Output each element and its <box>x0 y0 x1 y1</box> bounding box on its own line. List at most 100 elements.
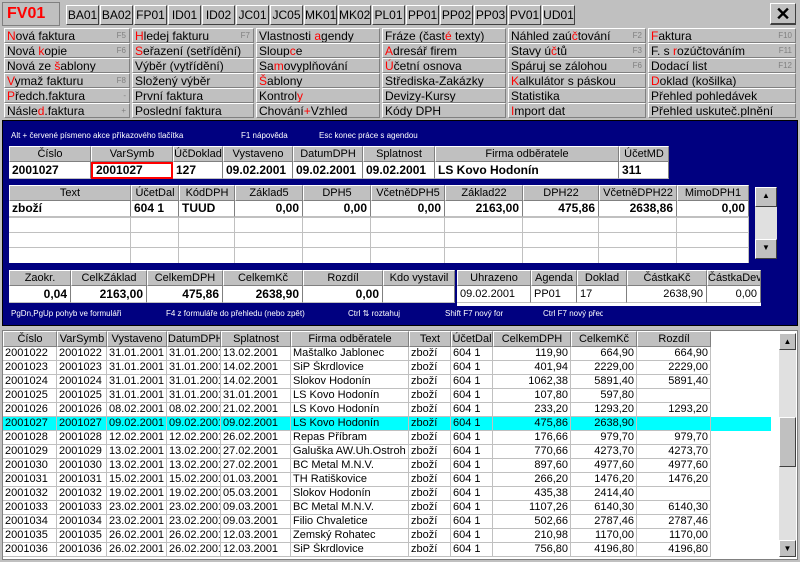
menu-item-4-5[interactable]: Přehled pohledávek <box>648 88 796 103</box>
payments-cell-0-4[interactable]: 0,00 <box>707 286 761 303</box>
table-row[interactable]: 2001033 2001033 23.02.2001 23.02.2001 09.03.… <box>3 501 771 515</box>
menu-item-2-5[interactable]: Dodací list F12 <box>648 58 796 73</box>
header-field-2[interactable]: 127 <box>173 162 223 179</box>
payments-cell-0-1[interactable]: PP01 <box>531 286 577 303</box>
menu-item-1-4[interactable]: Stavy účtů F3 <box>508 43 646 58</box>
tab-id01[interactable]: ID01 <box>168 5 201 25</box>
menu-item-1-1[interactable]: Seřazení (setřídění) <box>132 43 254 58</box>
table-row[interactable]: 2001029 2001029 13.02.2001 13.02.2001 27.02.… <box>3 445 771 459</box>
menu-item-1-3[interactable]: Adresář firem <box>382 43 506 58</box>
tab-ud01[interactable]: UD01 <box>542 5 575 25</box>
menu-item-2-4[interactable]: Spáruj se zálohou F6 <box>508 58 646 73</box>
table-row[interactable]: 2001030 2001030 13.02.2001 13.02.2001 27.02.… <box>3 459 771 473</box>
items-scroll-down-button[interactable]: ▼ <box>755 239 777 259</box>
header-field-7[interactable]: 311 <box>619 162 669 179</box>
tab-ba01[interactable]: BA01 <box>66 5 99 25</box>
list-scroll-down-button[interactable]: ▼ <box>779 540 796 557</box>
table-row[interactable]: 2001023 2001023 31.01.2001 31.01.2001 14.02.… <box>3 361 771 375</box>
list-header-1[interactable]: VarSymb <box>57 331 107 347</box>
table-row[interactable]: 2001026 2001026 08.02.2001 08.02.2001 21.02.… <box>3 403 771 417</box>
tab-pp03[interactable]: PP03 <box>474 5 507 25</box>
totals-field-2[interactable]: 475,86 <box>147 286 223 303</box>
table-row[interactable]: 2001032 2001032 19.02.2001 19.02.2001 05.03.… <box>3 487 771 501</box>
menu-item-1-0[interactable]: Nová kopie F6 <box>4 43 130 58</box>
totals-field-1[interactable]: 2163,00 <box>71 286 147 303</box>
menu-item-0-3[interactable]: Fráze (časté texty) <box>382 28 506 43</box>
list-header-4[interactable]: Splatnost <box>221 331 291 347</box>
list-header-3[interactable]: DatumDPH <box>167 331 221 347</box>
table-row[interactable]: 2001036 2001036 26.02.2001 26.02.2001 12.03.… <box>3 543 771 557</box>
tab-id02[interactable]: ID02 <box>202 5 235 25</box>
tab-ba02[interactable]: BA02 <box>100 5 133 25</box>
menu-item-2-2[interactable]: Samovyplňování <box>256 58 380 73</box>
items-cell-0-1[interactable]: 604 1 <box>131 201 179 217</box>
tab-mk01[interactable]: MK01 <box>304 5 337 25</box>
list-header-8[interactable]: CelkemDPH <box>493 331 571 347</box>
header-field-1[interactable]: 2001027 <box>91 162 173 179</box>
menu-item-5-1[interactable]: Poslední faktura <box>132 103 254 118</box>
tab-fp01[interactable]: FP01 <box>134 5 167 25</box>
totals-field-0[interactable]: 0,04 <box>9 286 71 303</box>
menu-item-3-2[interactable]: Šablony <box>256 73 380 88</box>
header-field-4[interactable]: 09.02.2001 <box>293 162 363 179</box>
table-row[interactable]: 2001022 2001022 31.01.2001 31.01.2001 13.02.… <box>3 347 771 361</box>
items-cell-0-7[interactable]: 475,86 <box>523 201 599 217</box>
tab-mk02[interactable]: MK02 <box>338 5 371 25</box>
menu-item-0-2[interactable]: Vlastnosti agendy <box>256 28 380 43</box>
menu-item-3-0[interactable]: Vymaž fakturu F8 <box>4 73 130 88</box>
menu-item-5-4[interactable]: Import dat <box>508 103 646 118</box>
table-row[interactable]: 2001028 2001028 12.02.2001 12.02.2001 26.02.… <box>3 431 771 445</box>
tab-jc05[interactable]: JC05 <box>270 5 303 25</box>
table-row[interactable]: 2001035 2001035 26.02.2001 26.02.2001 12.03.… <box>3 529 771 543</box>
tab-jc01[interactable]: JC01 <box>236 5 269 25</box>
totals-field-5[interactable] <box>383 286 455 303</box>
menu-item-5-3[interactable]: Kódy DPH <box>382 103 506 118</box>
list-header-0[interactable]: Číslo <box>3 331 57 347</box>
menu-item-0-4[interactable]: Náhled zaúčtování F2 <box>508 28 646 43</box>
list-header-7[interactable]: ÚčetDal <box>451 331 493 347</box>
menu-item-5-5[interactable]: Přehled uskuteč.plnění <box>648 103 796 118</box>
header-field-5[interactable]: 09.02.2001 <box>363 162 435 179</box>
items-cell-0-0[interactable]: zboží <box>9 201 131 217</box>
list-header-6[interactable]: Text <box>409 331 451 347</box>
payments-cell-0-2[interactable]: 17 <box>577 286 627 303</box>
list-header-5[interactable]: Firma odběratele <box>291 331 409 347</box>
header-field-6[interactable]: LS Kovo Hodonín <box>435 162 619 179</box>
table-row[interactable]: 2001025 2001025 31.01.2001 31.01.2001 31.01.… <box>3 389 771 403</box>
list-header-9[interactable]: CelkemKč <box>571 331 637 347</box>
table-row[interactable]: 2001027 2001027 09.02.2001 09.02.2001 09.02.… <box>3 417 771 431</box>
menu-item-4-0[interactable]: Předch.faktura - <box>4 88 130 103</box>
header-field-0[interactable]: 2001027 <box>9 162 91 179</box>
menu-item-4-3[interactable]: Devizy-Kursy <box>382 88 506 103</box>
list-scroll-up-button[interactable]: ▲ <box>779 333 796 350</box>
menu-item-4-1[interactable]: První faktura <box>132 88 254 103</box>
menu-item-0-0[interactable]: Nová faktura F5 <box>4 28 130 43</box>
table-row[interactable]: 2001024 2001024 31.01.2001 31.01.2001 14.02.… <box>3 375 771 389</box>
list-header-10[interactable]: Rozdíl <box>637 331 711 347</box>
close-button[interactable]: ✕ <box>770 3 796 25</box>
menu-item-1-5[interactable]: F. s rozúčtováním F11 <box>648 43 796 58</box>
menu-item-5-2[interactable]: Chování+Vzhled <box>256 103 380 118</box>
menu-item-2-0[interactable]: Nová ze šablony <box>4 58 130 73</box>
list-scrollbar-thumb[interactable] <box>779 417 796 467</box>
menu-item-5-0[interactable]: Násled.faktura + <box>4 103 130 118</box>
tab-pp01[interactable]: PP01 <box>406 5 439 25</box>
tab-pv01[interactable]: PV01 <box>508 5 541 25</box>
totals-field-4[interactable]: 0,00 <box>303 286 383 303</box>
menu-item-3-1[interactable]: Složený výběr <box>132 73 254 88</box>
items-cell-0-6[interactable]: 2163,00 <box>445 201 523 217</box>
items-scroll-up-button[interactable]: ▲ <box>755 187 777 207</box>
menu-item-0-1[interactable]: Hledej fakturu F7 <box>132 28 254 43</box>
header-field-3[interactable]: 09.02.2001 <box>223 162 293 179</box>
menu-item-3-5[interactable]: Doklad (košilka) <box>648 73 796 88</box>
menu-item-2-1[interactable]: Výběr (vytřídění) <box>132 58 254 73</box>
items-cell-0-5[interactable]: 0,00 <box>371 201 445 217</box>
items-cell-0-3[interactable]: 0,00 <box>235 201 303 217</box>
menu-item-0-5[interactable]: Faktura F10 <box>648 28 796 43</box>
items-cell-0-4[interactable]: 0,00 <box>303 201 371 217</box>
table-row[interactable]: 2001034 2001034 23.02.2001 23.02.2001 09.03.… <box>3 515 771 529</box>
menu-item-3-3[interactable]: Střediska-Zakázky <box>382 73 506 88</box>
items-scrollbar-track[interactable] <box>755 207 777 239</box>
menu-item-4-2[interactable]: Kontroly <box>256 88 380 103</box>
menu-item-2-3[interactable]: Účetní osnova <box>382 58 506 73</box>
